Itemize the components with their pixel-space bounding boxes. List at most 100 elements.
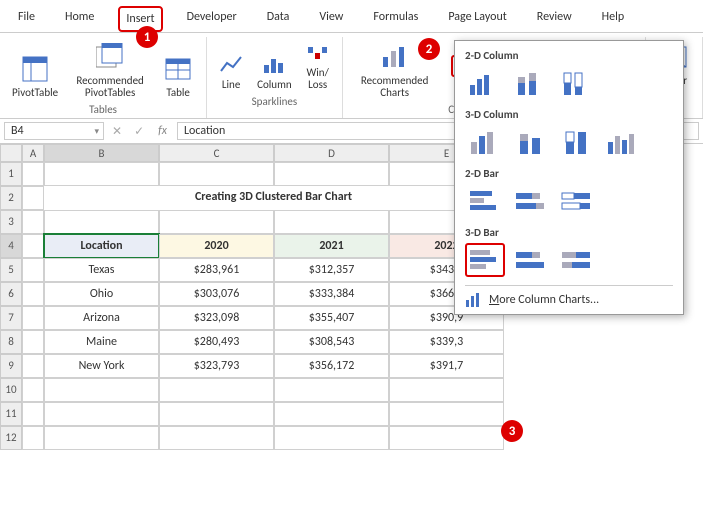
column-3d[interactable] [603,125,643,159]
rowhdr[interactable]: 6 [0,282,22,306]
cell[interactable]: New York [44,354,159,378]
clustered-column-3d[interactable] [465,125,505,159]
clustered-bar-3d[interactable] [465,243,505,277]
callout-1: 1 [136,26,158,48]
cell[interactable]: $323,793 [159,354,274,378]
cell[interactable]: Texas [44,258,159,282]
title-cell[interactable]: Creating 3D Clustered Bar Chart [44,186,504,210]
cell[interactable]: $323,098 [159,306,274,330]
stacked100-bar-2d[interactable] [557,184,597,218]
cell[interactable]: $391,7 [389,354,504,378]
dd-2d-bar-title: 2-D Bar [465,167,673,180]
more-column-charts-label: More Column Charts... [489,293,599,307]
stacked-bar-2d[interactable] [511,184,551,218]
colhdr-A[interactable]: A [22,144,44,162]
stacked-column-2d[interactable] [511,66,551,100]
callout-3: 3 [501,420,523,442]
cell[interactable]: $356,172 [274,354,389,378]
ribbon-tabs: File Home Insert Developer Data View For… [0,0,703,33]
table-button[interactable]: Table [158,51,198,101]
cell[interactable]: $339,3 [389,330,504,354]
tab-file[interactable]: File [12,6,41,32]
recpivot-button[interactable]: RecommendedPivotTables [68,39,152,101]
sparkline-column-button[interactable]: Column [253,51,296,93]
colhdr-C[interactable]: C [159,144,274,162]
clustered-column-2d[interactable] [465,66,505,100]
cell[interactable]: $283,961 [159,258,274,282]
recommended-charts-icon [379,41,411,73]
cell[interactable]: Ohio [44,282,159,306]
tab-developer[interactable]: Developer [181,6,243,32]
rowhdr[interactable]: 1 [0,162,22,186]
rowhdr[interactable]: 5 [0,258,22,282]
sparkline-winloss-button[interactable]: Win/Loss [302,39,334,93]
rowhdr[interactable]: 8 [0,330,22,354]
tab-formulas[interactable]: Formulas [367,6,424,32]
pivottable-label: PivotTable [12,87,58,99]
fx-label[interactable]: fx [152,124,173,138]
dd-2d-column-title: 2-D Column [465,49,673,62]
cancel-icon[interactable]: ✕ [108,124,126,139]
bar-chart-icon [465,292,483,308]
rowhdr[interactable]: 3 [0,210,22,234]
recpivot-label: RecommendedPivotTables [72,75,148,99]
sparkline-winloss-icon [306,41,330,65]
rowhdr[interactable]: 9 [0,354,22,378]
sparkline-line-label: Line [222,79,240,91]
colhdr-B[interactable]: B [44,144,159,162]
group-sparklines: Line Column Win/Loss Sparklines [207,37,343,118]
tab-data[interactable]: Data [261,6,296,32]
sparkline-line-icon [219,53,243,77]
cell[interactable]: $280,493 [159,330,274,354]
group-tables: PivotTable RecommendedPivotTables Table … [0,37,207,118]
dd-3d-bar-title: 3-D Bar [465,226,673,239]
cell[interactable]: Maine [44,330,159,354]
callout-2: 2 [418,38,440,60]
cell[interactable]: $333,384 [274,282,389,306]
header-location[interactable]: Location [44,234,159,258]
chevron-down-icon[interactable]: ▾ [94,126,99,137]
stacked100-column-3d[interactable] [557,125,597,159]
stacked100-column-2d[interactable] [557,66,597,100]
table-label: Table [166,87,190,99]
header-2021[interactable]: 2021 [274,234,389,258]
sparkline-line-button[interactable]: Line [215,51,247,93]
column-chart-dropdown: 2-D Column 3-D Column 2-D Bar 3-D Bar [454,40,684,315]
pivottable-icon [19,53,51,85]
tab-help[interactable]: Help [596,6,631,32]
name-box[interactable]: B4 ▾ [4,122,104,140]
tab-home[interactable]: Home [59,6,100,32]
rowhdr[interactable]: 2 [0,186,22,210]
header-2020[interactable]: 2020 [159,234,274,258]
colhdr-D[interactable]: D [274,144,389,162]
rowhdr[interactable]: 7 [0,306,22,330]
more-column-charts[interactable]: More Column Charts... [465,285,673,308]
rowhdr[interactable]: 4 [0,234,22,258]
cell[interactable]: Arizona [44,306,159,330]
pivottable-button[interactable]: PivotTable [8,51,62,101]
stacked-column-3d[interactable] [511,125,551,159]
recpivot-icon [94,41,126,73]
sparkline-winloss-label: Win/Loss [306,67,328,91]
tables-group-label: Tables [89,103,117,116]
select-all-corner[interactable] [0,144,22,162]
sparkline-column-label: Column [257,79,292,91]
rowhdr[interactable]: 11 [0,402,22,426]
cell[interactable]: $308,543 [274,330,389,354]
table-row: 8 Maine $280,493 $308,543 $339,3 [0,330,703,354]
enter-icon[interactable]: ✓ [130,124,148,139]
stacked-bar-3d[interactable] [511,243,551,277]
cell[interactable]: $355,407 [274,306,389,330]
sparklines-group-label: Sparklines [252,95,298,108]
tab-view[interactable]: View [313,6,349,32]
stacked100-bar-3d[interactable] [557,243,597,277]
cell[interactable]: $303,076 [159,282,274,306]
name-box-value: B4 [11,124,24,138]
cell[interactable]: $312,357 [274,258,389,282]
table-icon [162,53,194,85]
tab-review[interactable]: Review [531,6,578,32]
rowhdr[interactable]: 12 [0,426,22,450]
rowhdr[interactable]: 10 [0,378,22,402]
tab-pagelayout[interactable]: Page Layout [442,6,512,32]
clustered-bar-2d[interactable] [465,184,505,218]
